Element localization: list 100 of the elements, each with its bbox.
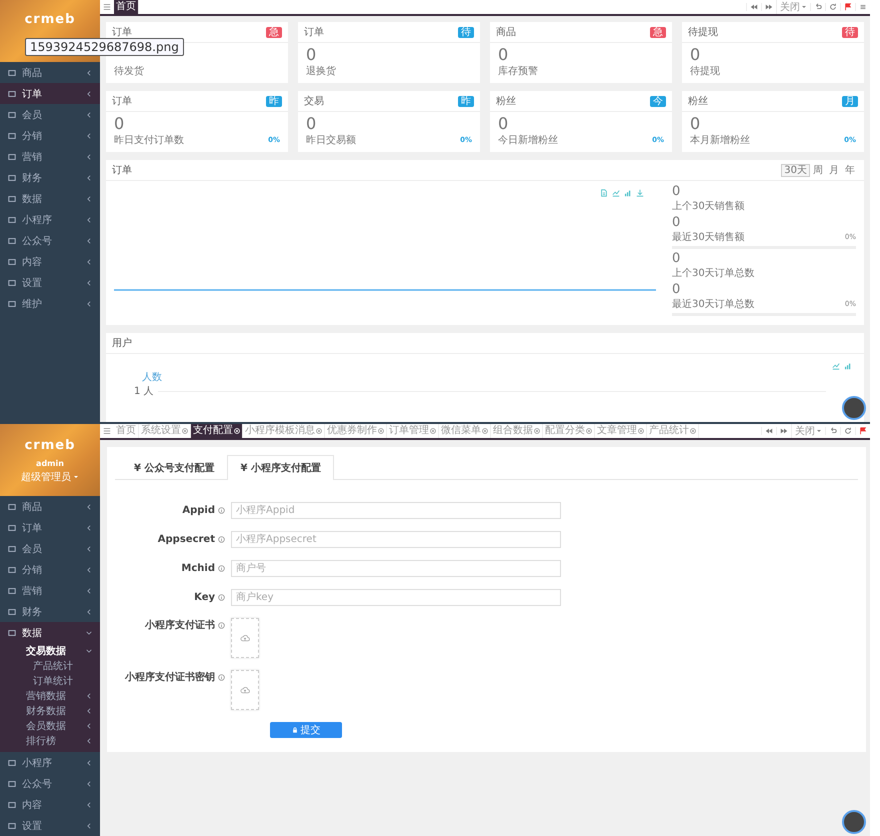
bar-chart-icon[interactable] <box>844 362 852 370</box>
sidebar-item[interactable]: 营销 <box>0 580 100 601</box>
input-field[interactable]: 商户号 <box>231 560 561 577</box>
close-tabs-dropdown[interactable]: 关闭 <box>791 424 825 438</box>
info-icon[interactable] <box>218 507 225 514</box>
info-icon[interactable] <box>218 565 225 572</box>
sidebar-item[interactable]: 内容 <box>0 251 100 272</box>
menu-icon[interactable] <box>103 3 111 11</box>
status-badge: 待 <box>842 26 858 38</box>
cloud-upload-icon <box>240 686 250 694</box>
stat-label: 今日新增粉丝 <box>498 134 558 147</box>
square-icon <box>8 300 16 308</box>
page-tab[interactable]: 小程序模板消息 <box>243 424 325 438</box>
page-tab[interactable]: 首页 <box>114 424 139 438</box>
sidebar-item[interactable]: 营销 <box>0 146 100 167</box>
logo: crmeb <box>24 12 76 27</box>
page-tab[interactable]: 产品统计 <box>647 424 699 438</box>
sidebar-item[interactable]: 数据 <box>0 622 100 643</box>
status-badge: 月 <box>842 96 858 106</box>
sidebar-item[interactable]: 会员 <box>0 104 100 125</box>
sidebar-item[interactable]: 小程序 <box>0 752 100 773</box>
info-icon[interactable] <box>218 594 225 601</box>
page-tab[interactable]: 首页 <box>114 0 139 14</box>
square-icon <box>8 216 16 224</box>
sidebar-item[interactable]: 数据 <box>0 188 100 209</box>
square-icon <box>8 628 16 636</box>
range-button[interactable]: 年 <box>842 164 858 176</box>
stat-label: 昨日交易额 <box>306 134 356 147</box>
page-tab[interactable]: 微信菜单 <box>439 424 491 438</box>
sidebar-item[interactable]: 会员 <box>0 538 100 559</box>
page-tab[interactable]: 优惠券制作 <box>325 424 387 438</box>
line-chart-icon[interactable] <box>832 362 840 370</box>
sidebar-item[interactable]: 公众号 <box>0 773 100 794</box>
sidebar-item[interactable]: 设置 <box>0 272 100 293</box>
submenu-item[interactable]: 交易数据 <box>0 643 100 658</box>
square-icon <box>8 90 16 98</box>
sidebar-item[interactable]: 分销 <box>0 559 100 580</box>
range-button[interactable]: 30天 <box>781 164 810 176</box>
sidebar-item[interactable]: 商品 <box>0 496 100 517</box>
axis-tick-label: 1 人 <box>134 385 154 398</box>
submenu-item[interactable]: 产品统计 <box>0 658 100 673</box>
square-icon <box>8 110 16 118</box>
input-field[interactable]: 小程序Appid <box>231 502 561 519</box>
submenu-item[interactable]: 排行榜 <box>0 733 100 748</box>
sidebar-item[interactable]: 公众号 <box>0 230 100 251</box>
sidebar-item[interactable]: 设置 <box>0 815 100 836</box>
logo: crmeb <box>24 438 76 453</box>
settings-tab[interactable]: ¥ 公众号支付配置 <box>121 455 228 480</box>
page-tab[interactable]: 文章管理 <box>595 424 647 438</box>
submenu-item[interactable]: 财务数据 <box>0 703 100 718</box>
stat-value: 0 <box>306 115 318 133</box>
page-tab[interactable]: 订单管理 <box>387 424 439 438</box>
chart-legend: 人数 <box>142 370 856 384</box>
status-badge: 待 <box>458 26 474 38</box>
download-icon[interactable] <box>636 189 644 197</box>
page-tab[interactable]: 组合数据 <box>491 424 543 438</box>
card-title: 订单 <box>112 26 132 39</box>
sidebar-item[interactable]: 维护 <box>0 293 100 314</box>
caret-icon <box>801 4 807 10</box>
card-title: 订单 <box>304 26 324 39</box>
square-icon <box>8 524 16 532</box>
square-icon <box>8 822 16 830</box>
stat-value: 0 <box>498 46 510 64</box>
page-tab[interactable]: 支付配置 <box>191 424 243 438</box>
sidebar-item[interactable]: 商品 <box>0 62 100 83</box>
square-icon <box>8 132 16 140</box>
close-tabs-dropdown[interactable]: 关闭 <box>776 0 810 14</box>
bar-chart-icon[interactable] <box>624 189 632 197</box>
page-tab[interactable]: 配置分类 <box>543 424 595 438</box>
info-icon[interactable] <box>218 622 225 628</box>
submenu-item[interactable]: 会员数据 <box>0 718 100 733</box>
square-icon <box>8 278 16 286</box>
submenu-item[interactable]: 营销数据 <box>0 688 100 703</box>
input-field[interactable]: 商户key <box>231 589 561 606</box>
line-chart-icon[interactable] <box>612 189 620 197</box>
sidebar-item[interactable]: 财务 <box>0 167 100 188</box>
square-icon <box>8 174 16 182</box>
stat-value: 0 <box>498 115 510 133</box>
stat-value: 0 <box>672 216 682 230</box>
settings-tab[interactable]: ¥ 小程序支付配置 <box>227 455 334 480</box>
stat-value: 0 <box>690 115 702 133</box>
info-icon[interactable] <box>218 536 225 543</box>
menu-icon[interactable] <box>103 427 111 435</box>
sidebar-item[interactable]: 订单 <box>0 517 100 538</box>
card-title: 粉丝 <box>688 94 708 108</box>
submit-button[interactable]: 提交 <box>270 722 342 738</box>
upload-field[interactable] <box>231 670 259 710</box>
sidebar-item[interactable]: 订单 <box>0 83 100 104</box>
lock-icon <box>292 727 298 733</box>
stat-label: 上个30天销售额 <box>672 200 745 213</box>
submenu-item[interactable]: 订单统计 <box>0 673 100 688</box>
sidebar-item[interactable]: 财务 <box>0 601 100 622</box>
input-field[interactable]: 小程序Appsecret <box>231 531 561 548</box>
upload-field[interactable] <box>231 618 259 658</box>
info-icon[interactable] <box>218 674 225 680</box>
sidebar-item[interactable]: 内容 <box>0 794 100 815</box>
sidebar-item[interactable]: 分销 <box>0 125 100 146</box>
square-icon <box>8 68 16 76</box>
document-icon[interactable] <box>600 189 608 197</box>
sidebar-item[interactable]: 小程序 <box>0 209 100 230</box>
